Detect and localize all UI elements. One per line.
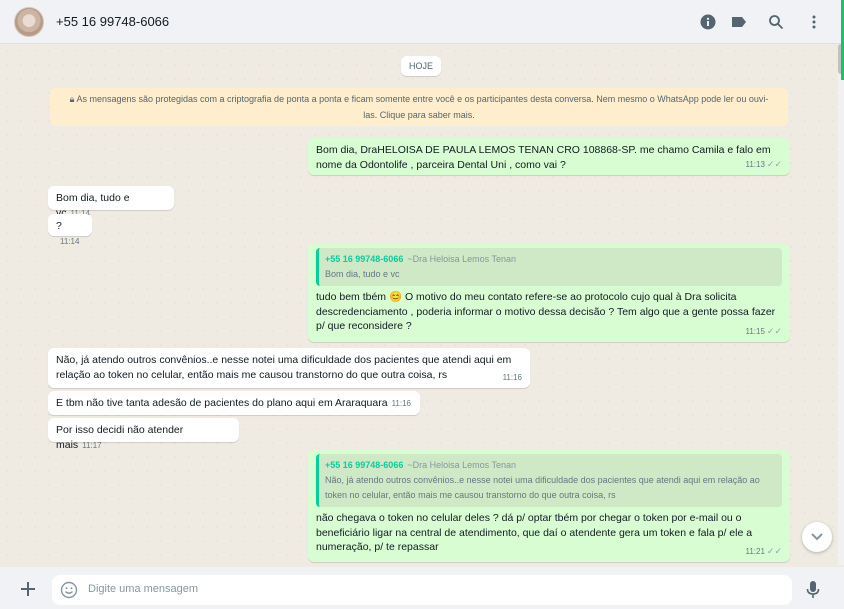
- double-check-icon: ✓✓: [766, 545, 782, 556]
- double-check-icon: ✓✓: [766, 158, 782, 169]
- quoted-message[interactable]: +55 16 99748-6066 ~Dra Heloisa Lemos Tena…: [316, 248, 782, 286]
- message-outgoing-reply[interactable]: +55 16 99748-6066 ~Dra Heloisa Lemos Tena…: [308, 244, 790, 342]
- message-incoming[interactable]: Por isso decidi não atender mais 11:17: [48, 418, 239, 451]
- message-incoming[interactable]: ?11:14: [48, 214, 92, 246]
- menu-icon[interactable]: [804, 12, 824, 32]
- label-icon[interactable]: [729, 12, 749, 32]
- search-icon[interactable]: [766, 12, 786, 32]
- message-outgoing-reply[interactable]: +55 16 99748-6066 ~Dra Heloisa Lemos Tena…: [308, 450, 790, 562]
- emoji-icon[interactable]: [60, 581, 78, 604]
- scrollbar[interactable]: [838, 44, 844, 565]
- date-chip: HOJE: [401, 56, 442, 76]
- double-check-icon: ✓✓: [766, 325, 782, 336]
- message-incoming[interactable]: Bom dia, tudo e vc 11:14: [48, 186, 174, 219]
- chat-header: +55 16 99748-6066: [0, 0, 844, 44]
- info-icon[interactable]: [698, 12, 718, 32]
- message-outgoing[interactable]: Bom dia, DraHELOISA DE PAULA LEMOS TENAN…: [308, 138, 790, 175]
- quoted-message[interactable]: +55 16 99748-6066 ~Dra Heloisa Lemos Tena…: [316, 454, 782, 507]
- encryption-notice[interactable]: 🔒︎ As mensagens são protegidas com a cri…: [50, 88, 788, 126]
- scroll-down-button[interactable]: [802, 522, 832, 552]
- chevron-down-icon: [811, 533, 823, 541]
- contact-name[interactable]: +55 16 99748-6066: [56, 14, 169, 29]
- message-incoming[interactable]: E tbm não tive tanta adesão de pacientes…: [48, 391, 420, 415]
- message-incoming[interactable]: Não, já atendo outros convênios..e nesse…: [48, 348, 530, 388]
- message-list[interactable]: HOJE 🔒︎ As mensagens são protegidas com …: [0, 44, 838, 565]
- avatar[interactable]: [14, 7, 44, 37]
- message-input-placeholder: Digite uma mensagem: [88, 583, 199, 595]
- plus-icon[interactable]: [20, 581, 36, 602]
- mic-icon[interactable]: [806, 580, 820, 605]
